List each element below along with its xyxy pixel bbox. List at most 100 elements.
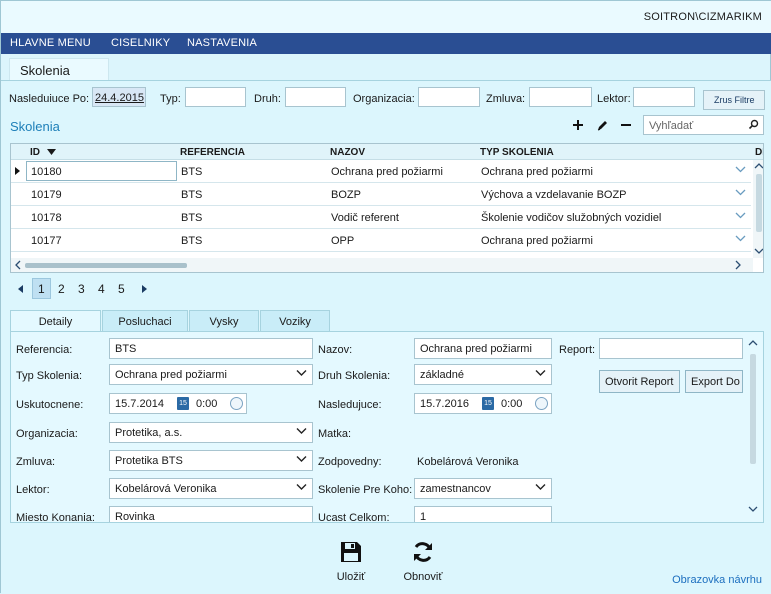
filter-lektor-input[interactable] <box>633 87 695 107</box>
grid-vertical-scrollbar[interactable] <box>753 160 764 258</box>
cell-typ-skolenia: Ochrana pred požiarmi <box>481 166 593 178</box>
design-screen-link[interactable]: Obrazovka návrhu <box>672 574 762 586</box>
grid-vertical-scroll-thumb[interactable] <box>756 174 762 232</box>
scroll-right-icon[interactable] <box>733 259 743 271</box>
edit-button[interactable] <box>593 116 611 134</box>
cell-id: 10178 <box>31 212 62 224</box>
column-header-referencia[interactable]: REFERENCIA <box>180 147 245 158</box>
page-3[interactable]: 3 <box>78 282 85 296</box>
scroll-up-icon[interactable] <box>753 161 764 171</box>
tab-posluchaci[interactable]: Posluchaci <box>102 310 188 332</box>
ucast-celkom-label: Ucast Celkom: <box>318 512 390 523</box>
menu-ciselniky[interactable]: CISELNIKY <box>111 37 170 49</box>
filter-date-input[interactable]: 24.4.2015 <box>92 87 146 107</box>
clear-filters-button[interactable]: Zrus Filtre <box>703 90 765 110</box>
pager: 1 2 3 4 5 <box>15 278 175 300</box>
page-2[interactable]: 2 <box>58 282 65 296</box>
column-header-de[interactable]: DE <box>755 147 763 158</box>
nazov-field[interactable]: Ochrana pred požiarmi <box>414 338 552 359</box>
grid-horizontal-scroll-thumb[interactable] <box>25 263 187 268</box>
scroll-down-icon[interactable] <box>753 246 764 256</box>
calendar-icon[interactable]: 15 <box>482 397 494 410</box>
chevron-down-icon[interactable] <box>735 235 746 242</box>
ucast-celkom-field[interactable]: 1 <box>414 506 552 522</box>
column-header-id[interactable]: ID <box>30 147 56 158</box>
scroll-up-icon[interactable] <box>747 338 759 348</box>
lektor-dropdown[interactable]: Kobelárová Veronika <box>109 478 313 499</box>
table-row[interactable]: 10179 BTS BOZP Výchova a vzdelavanie BOZ… <box>11 183 751 206</box>
tab-detaily[interactable]: Detaily <box>10 310 101 333</box>
filter-typ-input[interactable] <box>185 87 246 107</box>
report-label: Report: <box>559 344 596 356</box>
zmluva-dropdown[interactable]: Protetika BTS <box>109 450 313 471</box>
calendar-icon[interactable]: 15 <box>177 397 189 410</box>
table-row[interactable]: 10178 BTS Vodič referent Školenie vodičo… <box>11 206 751 229</box>
nasledujuce-datetime[interactable]: 15.7.2016 15 0:00 <box>414 393 552 414</box>
menu-hlavne-menu[interactable]: HLAVNE MENU <box>10 37 91 49</box>
miesto-konania-field[interactable]: Rovinka <box>109 506 313 522</box>
filter-zmluva-input[interactable] <box>529 87 592 107</box>
add-button[interactable] <box>569 116 587 134</box>
table-row[interactable]: 10177 BTS OPP Ochrana pred požiarmi <box>11 229 751 252</box>
uskutocnene-time: 0:00 <box>196 398 218 410</box>
typ-skolenia-dropdown[interactable]: Ochrana pred požiarmi <box>109 364 313 385</box>
cell-typ-skolenia: Ochrana pred požiarmi <box>481 235 593 247</box>
export-word-button[interactable]: Export Do Wordu <box>685 370 743 393</box>
uskutocnene-date: 15.7.2014 <box>115 398 164 410</box>
section-title: Skolenia <box>10 119 60 134</box>
chevron-down-icon[interactable] <box>735 212 746 219</box>
cell-nazov: Vodič referent <box>331 212 399 224</box>
chevron-down-icon <box>535 370 546 376</box>
cell-referencia: BTS <box>181 189 203 201</box>
referencia-field[interactable]: BTS <box>109 338 313 359</box>
typ-skolenia-value: Ochrana pred požiarmi <box>115 369 227 381</box>
search-input[interactable]: Vyhľadať <box>643 115 764 135</box>
druh-skolenia-dropdown[interactable]: základné <box>414 364 552 385</box>
chevron-down-icon[interactable] <box>735 166 746 173</box>
data-grid: ID REFERENCIA NAZOV TYP SKOLENIA DE 1018… <box>10 143 764 273</box>
filter-druh-input[interactable] <box>285 87 346 107</box>
grid-header: ID REFERENCIA NAZOV TYP SKOLENIA DE <box>11 144 763 160</box>
delete-button[interactable] <box>617 116 635 134</box>
chevron-down-icon <box>535 484 546 490</box>
column-header-nazov[interactable]: NAZOV <box>330 147 365 158</box>
otvorit-report-button[interactable]: Otvorit Report <box>599 370 680 393</box>
cell-typ-skolenia: Školenie vodičov služobných vozidiel <box>481 212 662 224</box>
organizacia-value: Protetika, a.s. <box>115 427 183 439</box>
filter-organizacia-input[interactable] <box>418 87 480 107</box>
organizacia-dropdown[interactable]: Protetika, a.s. <box>109 422 313 443</box>
refresh-icon <box>414 542 432 562</box>
report-field[interactable] <box>599 338 743 359</box>
page-1[interactable]: 1 <box>38 282 45 296</box>
current-row-indicator-icon <box>15 167 20 175</box>
sort-descending-icon <box>46 149 56 155</box>
skolenie-pre-koho-value: zamestnancov <box>420 483 491 495</box>
scroll-left-icon[interactable] <box>13 259 23 271</box>
next-page-icon[interactable] <box>140 284 148 294</box>
search-icon[interactable] <box>748 119 759 130</box>
cell-referencia: BTS <box>181 166 203 178</box>
column-header-typ-skolenia[interactable]: TYP SKOLENIA <box>480 147 554 158</box>
page-5[interactable]: 5 <box>118 282 125 296</box>
search-placeholder: Vyhľadať <box>649 120 694 132</box>
tab-skolenia[interactable]: Skolenia <box>9 58 109 81</box>
tab-voziky[interactable]: Voziky <box>260 310 330 332</box>
previous-page-icon[interactable] <box>17 284 25 294</box>
page-4[interactable]: 4 <box>98 282 105 296</box>
tab-vysky[interactable]: Vysky <box>189 310 259 332</box>
skolenie-pre-koho-dropdown[interactable]: zamestnancov <box>414 478 552 499</box>
detail-vertical-scrollbar[interactable] <box>747 338 759 518</box>
table-row[interactable]: 10180 BTS Ochrana pred požiarmi Ochrana … <box>11 160 751 183</box>
clock-icon[interactable] <box>230 397 243 410</box>
refresh-button[interactable]: Obnoviť <box>393 538 453 588</box>
pencil-icon <box>597 120 607 130</box>
uskutocnene-datetime[interactable]: 15.7.2014 15 0:00 <box>109 393 247 414</box>
menu-nastavenia[interactable]: NASTAVENIA <box>187 37 257 49</box>
chevron-down-icon[interactable] <box>735 189 746 196</box>
scroll-down-icon[interactable] <box>747 504 759 514</box>
tab-skolenia-label: Skolenia <box>20 63 70 78</box>
save-button[interactable]: Uložiť <box>321 538 381 588</box>
detail-vertical-scroll-thumb[interactable] <box>750 354 756 464</box>
grid-horizontal-scrollbar[interactable] <box>11 258 753 272</box>
clock-icon[interactable] <box>535 397 548 410</box>
